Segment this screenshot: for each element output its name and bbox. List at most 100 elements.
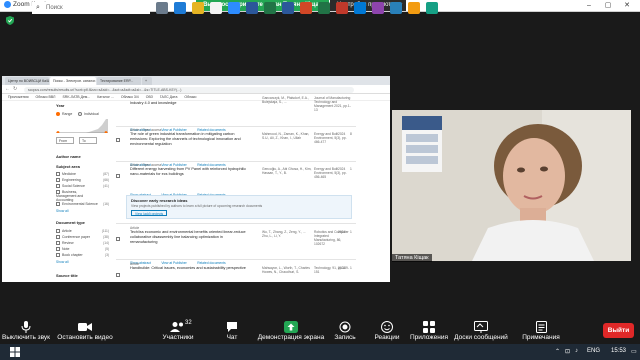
excel-icon[interactable] (264, 2, 276, 14)
result-title[interactable]: Different energy harvesting from PV Pane… (130, 167, 248, 177)
zoom-taskbar-icon[interactable] (228, 2, 240, 14)
clock[interactable]: 15:53 (611, 348, 626, 354)
subject-item[interactable]: Medicine (87) (56, 172, 109, 177)
doctype-item[interactable]: Article (111) (56, 229, 109, 234)
result-title[interactable]: Industry 4.0 and knowledge (130, 101, 248, 106)
result-checkbox[interactable] (116, 131, 122, 149)
reload-icon[interactable]: ↻ (13, 86, 17, 92)
doctype-item[interactable]: Note (5) (56, 247, 109, 252)
result-authors[interactable]: Gencoğlu, A., Abi Ghosa, H., Kim, Hassan… (262, 167, 312, 175)
edge-icon[interactable] (174, 2, 186, 14)
view-at-publisher-link[interactable]: View at Publisher (161, 261, 186, 265)
taskbar-search-input[interactable]: ⌕ Поиск (32, 2, 150, 14)
notifications-icon[interactable]: ▭ (631, 348, 637, 355)
bookmark-item[interactable]: Облако (184, 94, 196, 101)
browser-tab-active[interactable]: Поиск - Электрон. каталог... (50, 77, 96, 85)
task-view-icon[interactable] (156, 2, 168, 14)
year-to-input[interactable]: To (79, 137, 97, 144)
result-checkbox[interactable] (116, 230, 122, 248)
pdf-reader-icon[interactable] (336, 2, 348, 14)
result-year: 2024 (338, 230, 346, 234)
language-indicator[interactable]: ENG (587, 348, 600, 354)
participant-video[interactable] (392, 110, 631, 261)
result-checkbox[interactable] (116, 167, 122, 185)
result-authors[interactable]: Wu, T., Zhang, Z., Zeng, Y., ... Zhu, L.… (262, 230, 312, 238)
reactions-button[interactable]: Реакции (372, 317, 402, 344)
doctype-filter-heading[interactable]: Document type (56, 220, 85, 225)
encryption-shield-icon[interactable] (6, 16, 14, 25)
word-icon[interactable] (282, 2, 294, 14)
result-authors[interactable]: Mahmood, N., Zaman, K., Khan, S.U., Ali,… (262, 132, 312, 140)
share-screen-button[interactable]: Демонстрация экрана (256, 317, 326, 344)
subject-item[interactable]: Environmental Science (16) (56, 202, 109, 207)
chrome-icon[interactable] (210, 2, 222, 14)
apps-button[interactable]: Приложения (408, 317, 450, 344)
show-all-doctypes-link[interactable]: Show all (56, 260, 68, 264)
url-field[interactable]: scopus.com/results/results.uri?sort=plf-… (24, 86, 354, 93)
individual-option[interactable]: Individual (78, 112, 99, 117)
subject-item[interactable]: Engineering (66) (56, 178, 109, 183)
show-all-link[interactable]: Show all (56, 209, 68, 213)
bookmark-item[interactable]: Облако ВВЛ (35, 94, 55, 101)
participants-button[interactable]: Участники (158, 317, 198, 344)
subject-item[interactable]: Business, Management and Accounting (56, 190, 98, 202)
source-filter-heading[interactable]: Source title (56, 273, 78, 278)
view-projects-button[interactable]: View (add) projects (131, 210, 168, 216)
search-icon: ⌕ (36, 4, 40, 11)
browser-tab[interactable]: Тестирование ERP... (97, 77, 141, 85)
outlook-icon[interactable] (354, 2, 366, 14)
close-icon[interactable]: ✕ (620, 0, 634, 11)
result-checkbox[interactable] (116, 266, 122, 282)
chat-icon (227, 322, 237, 332)
participant-name-label: Татяна Кіщак (392, 254, 432, 262)
bookmark-item[interactable]: ГАЛС Дата (160, 94, 178, 101)
doctype-item[interactable]: Conference paper (38) (56, 235, 109, 240)
tray-chevron-icon[interactable]: ⌃ (555, 348, 560, 355)
bookmark-item[interactable]: SRK-ЛАТВ Дем... (62, 94, 90, 101)
minimize-icon[interactable]: – (582, 0, 596, 11)
app-icon[interactable] (390, 2, 402, 14)
volume-icon[interactable]: ♪ (575, 348, 578, 354)
maximize-icon[interactable]: ▢ (601, 0, 615, 11)
network-icon[interactable]: ⊡ (565, 348, 570, 355)
excel-icon[interactable] (318, 2, 330, 14)
windows-start-icon[interactable] (10, 347, 20, 357)
result-title[interactable]: Tech/iss economic and environmental bene… (130, 230, 248, 245)
bookmark-item[interactable]: Каталог ... (97, 94, 114, 101)
whiteboard-button[interactable]: Доски сообщений (453, 317, 509, 344)
app-icon[interactable] (426, 2, 438, 14)
range-option[interactable]: Range (56, 112, 72, 117)
leave-meeting-button[interactable]: Выйти (603, 323, 634, 338)
app-icon[interactable] (372, 2, 384, 14)
chat-button[interactable]: Чат (220, 317, 244, 344)
author-filter-heading[interactable]: Author name (56, 154, 81, 159)
word-icon[interactable] (246, 2, 258, 14)
result-source[interactable]: Journal of Manufacturing Technology and … (314, 96, 354, 112)
subject-item[interactable]: Social Science (41) (56, 184, 109, 189)
stop-video-button[interactable]: Остановить видео (56, 317, 114, 344)
system-tray: ⌃ ⊡ ♪ ENG 15:53 ▭ (555, 344, 640, 360)
powerpoint-icon[interactable] (300, 2, 312, 14)
new-tab-button[interactable]: + (142, 77, 152, 85)
subject-filter-heading[interactable]: Subject area (56, 164, 80, 169)
checkbox-icon (56, 184, 60, 189)
result-authors[interactable]: Gancarczyk, M., Pfalsdorf, E.A., Bulejsk… (262, 96, 312, 104)
notes-button[interactable]: Примечания (515, 317, 567, 344)
mute-button[interactable]: Выключить звук (2, 317, 50, 344)
result-title[interactable]: The role of green industrial transformat… (130, 132, 248, 147)
record-button[interactable]: Запись (332, 317, 358, 344)
bookmark-item[interactable]: Облако 3/4 (121, 94, 139, 101)
bookmark-item[interactable]: ОВЗ (146, 94, 153, 101)
doctype-item[interactable]: Book chapter (3) (56, 253, 109, 258)
bookmark-item[interactable]: Приложения (8, 94, 28, 101)
doctype-item[interactable]: Review (14) (56, 241, 109, 246)
browser-tab[interactable]: Центр по ВОИВСЦИ Ка/Шато-... (5, 77, 49, 85)
app-icon[interactable] (408, 2, 420, 14)
file-explorer-icon[interactable] (192, 2, 204, 14)
result-authors[interactable]: Mahsayon, L., Worth, T., Charles Howes, … (262, 266, 312, 274)
year-from-input[interactable]: From (56, 137, 74, 144)
range-handle-start[interactable] (56, 131, 60, 133)
result-title[interactable]: Handbuilde: Critical issues, economies a… (130, 266, 248, 271)
back-icon[interactable]: ← (5, 86, 10, 92)
related-documents-link[interactable]: Related documents (197, 261, 225, 265)
